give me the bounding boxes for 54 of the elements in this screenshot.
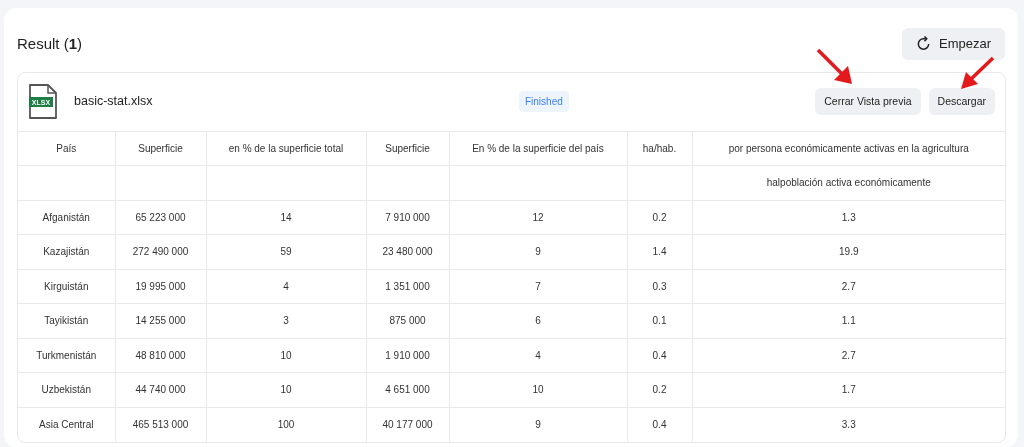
table-cell: Turkmenistán xyxy=(18,338,115,373)
status-tag: Finished xyxy=(518,91,569,112)
table-cell: 4 651 000 xyxy=(366,372,449,407)
column-header: ha/hab. xyxy=(627,131,692,166)
refresh-icon xyxy=(915,36,931,52)
table-cell: 0.3 xyxy=(627,269,692,304)
table-cell: 1 910 000 xyxy=(366,338,449,373)
column-header: En % de la superficie del país xyxy=(449,131,627,166)
table-cell: 6 xyxy=(449,303,627,338)
table-cell: Uzbekistán xyxy=(18,372,115,407)
table-cell: 272 490 000 xyxy=(115,234,206,269)
arrow-annotation xyxy=(816,48,854,86)
table-cell: Kazajistán xyxy=(18,234,115,269)
table-cell: 0.4 xyxy=(627,338,692,373)
table-cell: Tayikistán xyxy=(18,303,115,338)
table-cell: 1.4 xyxy=(627,234,692,269)
column-header: Superficie xyxy=(115,131,206,166)
close-preview-button[interactable]: Cerrar Vista previa xyxy=(815,87,921,116)
table-cell: 65 223 000 xyxy=(115,200,206,235)
table-cell: 0.2 xyxy=(627,372,692,407)
table-cell: 44 740 000 xyxy=(115,372,206,407)
table-cell: 10 xyxy=(206,338,366,373)
table-cell: 3 xyxy=(206,303,366,338)
table-cell: 10 xyxy=(206,372,366,407)
table-cell: 875 000 xyxy=(366,303,449,338)
table-cell: 0.2 xyxy=(627,200,692,235)
table-cell: 14 255 000 xyxy=(115,303,206,338)
table-cell: 59 xyxy=(206,234,366,269)
table-cell: 23 480 000 xyxy=(366,234,449,269)
start-button[interactable]: Empezar xyxy=(901,28,1005,60)
column-header: en % de la superficie total xyxy=(206,131,366,166)
section-title: Result (1) xyxy=(17,33,83,54)
table-cell: 7 xyxy=(449,269,627,304)
table-cell: 19 995 000 xyxy=(115,269,206,304)
table-cell: Asia Central xyxy=(18,407,115,442)
table-cell: 0.1 xyxy=(627,303,692,338)
table-cell: 1 351 000 xyxy=(366,269,449,304)
table-cell: 10 xyxy=(449,372,627,407)
table-cell: Kirguistán xyxy=(18,269,115,304)
arrow-annotation xyxy=(959,56,995,90)
file-name: basic-stat.xlsx xyxy=(74,93,153,111)
column-header: Superficie xyxy=(366,131,449,166)
table-cell: 4 xyxy=(449,338,627,373)
download-button[interactable]: Descargar xyxy=(928,87,995,116)
table-cell: 4 xyxy=(206,269,366,304)
table-cell: 14 xyxy=(206,200,366,235)
column-header: País xyxy=(18,131,115,166)
table-cell: 12 xyxy=(449,200,627,235)
table-cell: 48 810 000 xyxy=(115,338,206,373)
table-cell: 7 910 000 xyxy=(366,200,449,235)
table-cell: 9 xyxy=(449,234,627,269)
table-cell: Afganistán xyxy=(18,200,115,235)
column-header: por persona económicamente activas en la agricultura xyxy=(692,131,1005,166)
table-cell: 3.3 xyxy=(692,407,1005,442)
